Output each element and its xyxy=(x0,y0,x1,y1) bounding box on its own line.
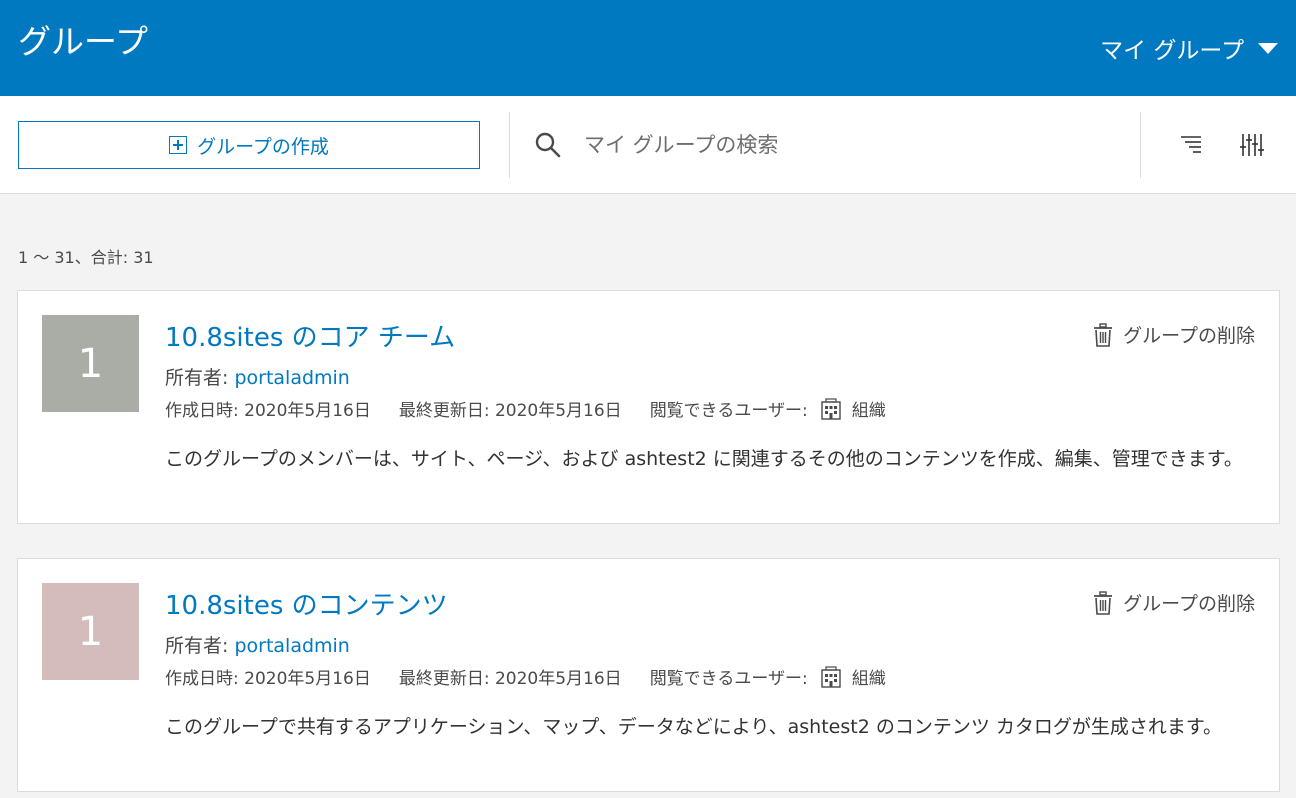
delete-group-button[interactable]: グループの削除 xyxy=(1093,321,1255,348)
access-value: 組織 xyxy=(851,669,886,689)
search-input[interactable] xyxy=(584,133,1124,157)
search-icon xyxy=(535,132,561,158)
group-card: 1 10.8sites のコンテンツ 所有者: portaladmin 作成日時… xyxy=(17,558,1280,792)
owner-label: 所有者: xyxy=(165,635,229,657)
owner-link[interactable]: portaladmin xyxy=(234,635,349,657)
trash-icon xyxy=(1094,322,1113,347)
group-thumbnail[interactable]: 1 xyxy=(42,315,139,412)
delete-group-button[interactable]: グループの削除 xyxy=(1093,589,1255,616)
sort-icon[interactable] xyxy=(1178,132,1204,158)
created-date: 作成日時: 2020年5月16日 xyxy=(165,669,371,689)
create-group-button[interactable]: グループの作成 xyxy=(18,121,480,169)
toolbar-divider xyxy=(509,112,510,178)
delete-group-label: グループの削除 xyxy=(1123,325,1255,347)
group-thumbnail[interactable]: 1 xyxy=(42,583,139,680)
owner-link[interactable]: portaladmin xyxy=(234,367,349,389)
access-label: 閲覧できるユーザー: xyxy=(649,401,808,421)
result-count: 1 ～ 31、合計: 31 xyxy=(18,248,154,267)
access-label: 閲覧できるユーザー: xyxy=(649,669,808,689)
toolbar: グループの作成 xyxy=(0,96,1296,194)
delete-group-label: グループの削除 xyxy=(1123,593,1255,615)
toolbar-divider xyxy=(1140,112,1141,178)
app-header: グループ マイ グループ xyxy=(0,0,1296,96)
filter-sliders-icon[interactable] xyxy=(1239,132,1265,158)
access-value: 組織 xyxy=(851,401,886,421)
group-owner: 所有者: portaladmin xyxy=(165,363,350,390)
owner-label: 所有者: xyxy=(165,367,229,389)
search-box xyxy=(534,121,1124,169)
group-card: 1 10.8sites のコア チーム 所有者: portaladmin 作成日… xyxy=(17,290,1280,524)
trash-icon xyxy=(1094,590,1113,615)
organization-icon xyxy=(821,397,841,420)
created-date: 作成日時: 2020年5月16日 xyxy=(165,401,371,421)
my-groups-dropdown[interactable]: マイ グループ xyxy=(1100,30,1278,66)
group-title-link[interactable]: 10.8sites のコア チーム xyxy=(165,317,455,354)
organization-icon xyxy=(821,665,841,688)
group-owner: 所有者: portaladmin xyxy=(165,631,350,658)
modified-date: 最終更新日: 2020年5月16日 xyxy=(398,669,622,689)
modified-date: 最終更新日: 2020年5月16日 xyxy=(398,401,622,421)
group-description: このグループのメンバーは、サイト、ページ、および ashtest2 に関連するそ… xyxy=(165,448,1243,470)
group-meta: 作成日時: 2020年5月16日 最終更新日: 2020年5月16日 閲覧できる… xyxy=(165,396,886,421)
group-description: このグループで共有するアプリケーション、マップ、データなどにより、ashtest… xyxy=(165,716,1222,738)
group-title-link[interactable]: 10.8sites のコンテンツ xyxy=(165,585,448,622)
plus-square-icon xyxy=(169,136,188,154)
caret-down-icon xyxy=(1258,42,1278,54)
group-meta: 作成日時: 2020年5月16日 最終更新日: 2020年5月16日 閲覧できる… xyxy=(165,664,886,689)
my-groups-dropdown-label: マイ グループ xyxy=(1100,38,1244,64)
page-title: グループ xyxy=(18,22,149,61)
create-group-label: グループの作成 xyxy=(197,135,329,158)
